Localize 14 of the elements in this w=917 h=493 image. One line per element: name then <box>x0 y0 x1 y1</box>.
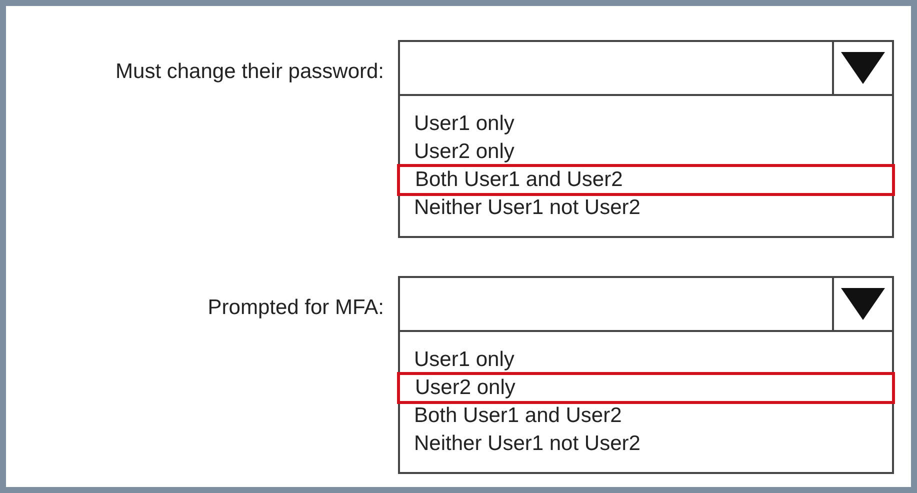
dropdown-option[interactable]: User1 only <box>400 110 892 138</box>
question-label: Prompted for MFA: <box>208 295 384 321</box>
dropdown-option[interactable]: User2 only <box>397 372 895 404</box>
dropdown[interactable] <box>398 40 894 96</box>
dropdown[interactable] <box>398 276 894 332</box>
dropdown-option[interactable]: User1 only <box>400 346 892 374</box>
dropdown-option[interactable]: Both User1 and User2 <box>397 164 895 196</box>
dropdown-option[interactable]: User2 only <box>400 138 892 166</box>
caret-icon <box>841 52 885 84</box>
question-label: Must change their password: <box>116 59 384 85</box>
caret-icon <box>841 288 885 320</box>
dropdown-option[interactable]: Neither User1 not User2 <box>400 430 892 458</box>
dropdown-option[interactable]: Both User1 and User2 <box>400 402 892 430</box>
dropdown-option[interactable]: Neither User1 not User2 <box>400 194 892 222</box>
